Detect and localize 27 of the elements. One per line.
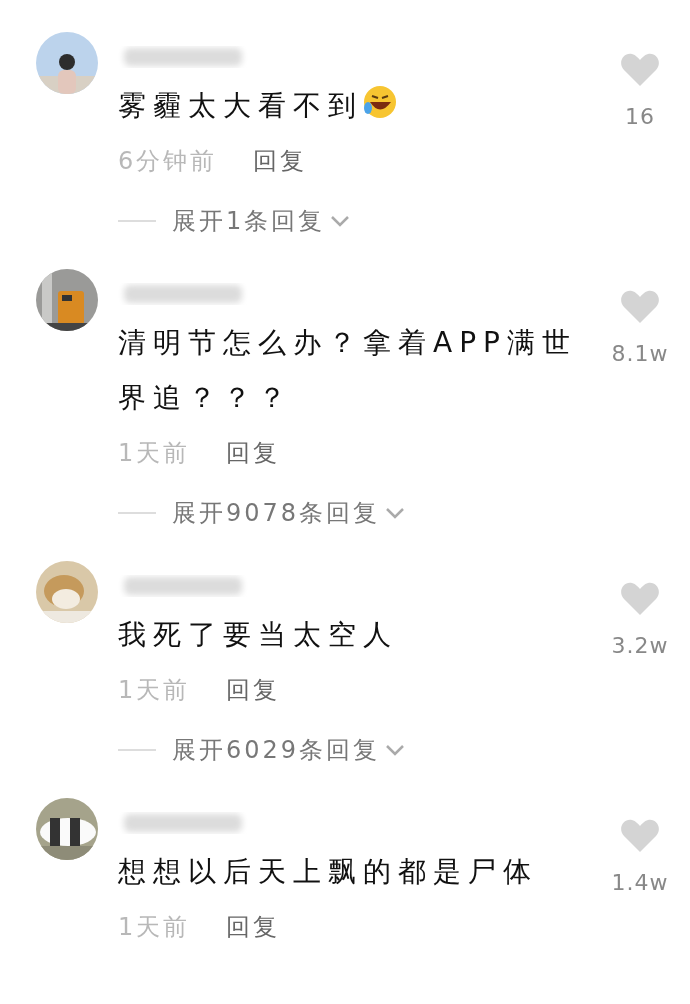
comment-time: 1天前 — [118, 912, 191, 943]
heart-icon[interactable] — [620, 289, 660, 325]
comment-time: 6分钟前 — [118, 146, 218, 177]
expand-replies-button[interactable]: 展开9078条回复 — [172, 497, 407, 529]
chevron-down-icon — [384, 506, 407, 520]
comment-time: 1天前 — [118, 438, 191, 469]
expand-replies-button[interactable]: 展开1条回复 — [172, 205, 352, 237]
heart-icon[interactable] — [620, 52, 660, 88]
expand-replies-button[interactable]: 展开6029条回复 — [172, 734, 407, 766]
comment-time: 1天前 — [118, 675, 191, 706]
chevron-down-icon — [329, 214, 352, 228]
comment-text: 我死了要当太空人 — [118, 617, 399, 653]
chevron-down-icon — [384, 743, 407, 757]
like-count: 1.4w — [611, 870, 669, 895]
like-count: 3.2w — [611, 633, 669, 658]
reply-link[interactable]: 回复 — [226, 437, 281, 469]
like-count: 8.1w — [611, 341, 669, 366]
heart-icon[interactable] — [620, 818, 660, 854]
reply-link[interactable]: 回复 — [226, 674, 281, 706]
reply-link[interactable]: 回复 — [226, 911, 281, 943]
comment-text: 雾霾太大看不到 — [118, 78, 598, 133]
laughing-emoji-icon — [363, 85, 397, 119]
reply-link[interactable]: 回复 — [253, 145, 308, 177]
like-count: 16 — [625, 104, 655, 129]
comment-text: 想想以后天上飘的都是尸体 — [118, 854, 539, 890]
comment-text: 清明节怎么办？拿着APP满世界追？？？ — [118, 325, 578, 416]
heart-icon[interactable] — [620, 581, 660, 617]
